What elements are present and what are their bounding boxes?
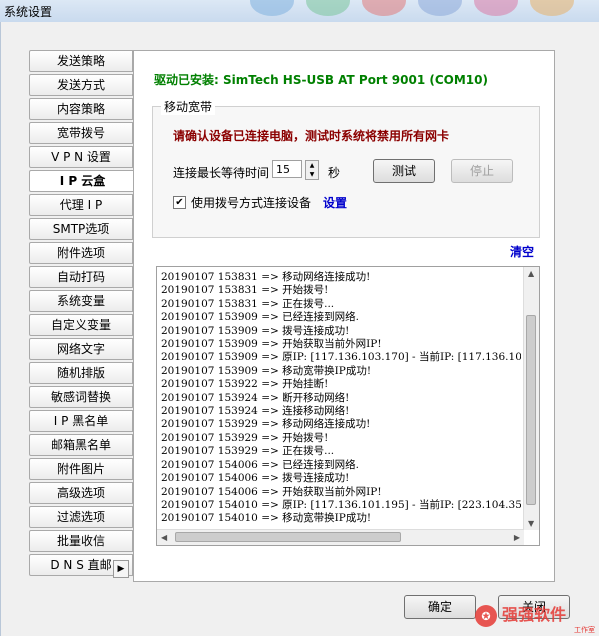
log-line: 20190107 153909 => 拨号连接成功!	[161, 324, 350, 337]
use-dialup-label: 使用拨号方式连接设备	[191, 196, 312, 210]
mobile-broadband-group: 移动宽带 请确认设备已连接电脑，测试时系统将禁用所有网卡 连接最长等待时间 15…	[152, 98, 540, 238]
title-decoration	[530, 0, 574, 16]
horizontal-scroll-thumb[interactable]	[175, 532, 401, 542]
log-vertical-scrollbar[interactable]: ▲ ▼	[523, 267, 539, 530]
driver-status: 驱动已安装: SimTech HS-USB AT Port 9001 (COM1…	[154, 73, 488, 87]
log-line: 20190107 153929 => 正在拨号...	[161, 445, 335, 458]
stop-button[interactable]: 停止	[451, 159, 513, 183]
log-line: 20190107 153929 => 移动网络连接成功!	[161, 418, 371, 431]
use-dialup-checkbox[interactable]: ✔	[173, 196, 186, 209]
tab-1[interactable]: 发送方式	[29, 74, 133, 96]
title-decoration	[306, 0, 350, 16]
title-decoration	[418, 0, 462, 16]
watermark-text: 强强软件	[502, 605, 566, 624]
tab-20[interactable]: 批量收信	[29, 530, 133, 552]
scroll-down-icon[interactable]: ▼	[528, 519, 534, 528]
title-decoration	[362, 0, 406, 16]
svg-text:✪: ✪	[481, 610, 490, 623]
log-line: 20190107 153924 => 断开移动网络!	[161, 391, 350, 404]
warning-text: 请确认设备已连接电脑，测试时系统将禁用所有网卡	[173, 129, 450, 143]
tab-2[interactable]: 内容策略	[29, 98, 133, 120]
tab-7[interactable]: SMTP选项	[29, 218, 133, 240]
tab-8[interactable]: 附件选项	[29, 242, 133, 264]
log-line: 20190107 153831 => 正在拨号...	[161, 297, 335, 310]
title-decoration	[250, 0, 294, 16]
ok-button[interactable]: 确定	[404, 595, 476, 619]
log-horizontal-scrollbar[interactable]: ◀ ▶	[157, 529, 524, 545]
wait-time-label: 连接最长等待时间	[173, 166, 270, 180]
title-decoration	[474, 0, 518, 16]
tab-18[interactable]: 高级选项	[29, 482, 133, 504]
wait-time-stepper[interactable]: ▲ ▼	[305, 160, 319, 180]
settings-tab-list: 发送策略 发送方式 内容策略 宽带拨号 V P N 设置 I P 云盒 代理 I P SMTP…	[29, 50, 135, 578]
seconds-unit-label: 秒	[328, 166, 341, 180]
clear-log-link[interactable]: 清空	[510, 243, 534, 260]
tab-13[interactable]: 随机排版	[29, 362, 133, 384]
tab-19[interactable]: 过滤选项	[29, 506, 133, 528]
log-line: 20190107 153929 => 开始拨号!	[161, 431, 329, 444]
log-line: 20190107 154010 => 原IP: [117.136.101.195…	[161, 498, 521, 511]
log-line: 20190107 154006 => 开始获取当前外网IP!	[161, 485, 382, 498]
tab-3[interactable]: 宽带拨号	[29, 122, 133, 144]
tab-10[interactable]: 系统变量	[29, 290, 133, 312]
tab-14[interactable]: 敏感词替换	[29, 386, 133, 408]
scroll-up-icon[interactable]: ▲	[528, 269, 534, 278]
watermark-logo: ✪ 强强软件 工作室	[475, 605, 595, 634]
log-line: 20190107 153909 => 已经连接到网络.	[161, 311, 359, 324]
tab-5[interactable]: I P 云盒	[29, 170, 135, 192]
title-bar: 系统设置	[0, 0, 599, 23]
test-button[interactable]: 测试	[373, 159, 435, 183]
log-line: 20190107 153922 => 开始挂断!	[161, 378, 329, 391]
window-title: 系统设置	[4, 5, 53, 19]
tab-17[interactable]: 附件图片	[29, 458, 133, 480]
log-lines: 20190107 153831 => 移动网络连接成功! 20190107 153…	[161, 271, 521, 526]
setup-link[interactable]: 设置	[323, 194, 347, 211]
group-title: 移动宽带	[161, 98, 216, 115]
ip-cloud-box-panel: 驱动已安装: SimTech HS-USB AT Port 9001 (COM1…	[133, 50, 555, 582]
tab-scroll-right-icon[interactable]: ▶	[113, 560, 129, 578]
tab-0[interactable]: 发送策略	[29, 50, 133, 72]
tab-12[interactable]: 网络文字	[29, 338, 133, 360]
log-line: 20190107 154006 => 拨号连接成功!	[161, 472, 350, 485]
log-line: 20190107 153909 => 原IP: [117.136.103.170…	[161, 351, 521, 364]
tab-6[interactable]: 代理 I P	[29, 194, 133, 216]
log-line: 20190107 153831 => 移动网络连接成功!	[161, 271, 371, 283]
log-line: 20190107 154006 => 已经连接到网络.	[161, 458, 359, 471]
watermark-sub: 工作室	[574, 625, 595, 634]
scroll-left-icon[interactable]: ◀	[161, 533, 167, 542]
log-line: 20190107 153909 => 开始获取当前外网IP!	[161, 338, 382, 351]
tab-9[interactable]: 自动打码	[29, 266, 133, 288]
log-textarea[interactable]: 20190107 153831 => 移动网络连接成功! 20190107 153…	[156, 266, 540, 546]
log-line: 20190107 153924 => 连接移动网络!	[161, 405, 350, 418]
vertical-scroll-thumb[interactable]	[526, 315, 536, 505]
scroll-right-icon[interactable]: ▶	[514, 533, 520, 542]
tab-4[interactable]: V P N 设置	[29, 146, 133, 168]
tab-16[interactable]: 邮箱黑名单	[29, 434, 133, 456]
wait-time-input[interactable]: 15	[272, 160, 302, 178]
log-line: 20190107 154010 => 移动宽带换IP成功!	[161, 512, 372, 525]
log-line: 20190107 153909 => 移动宽带换IP成功!	[161, 364, 372, 377]
tab-15[interactable]: I P 黑名单	[29, 410, 133, 432]
log-line: 20190107 153831 => 开始拨号!	[161, 284, 329, 297]
tab-11[interactable]: 自定义变量	[29, 314, 133, 336]
